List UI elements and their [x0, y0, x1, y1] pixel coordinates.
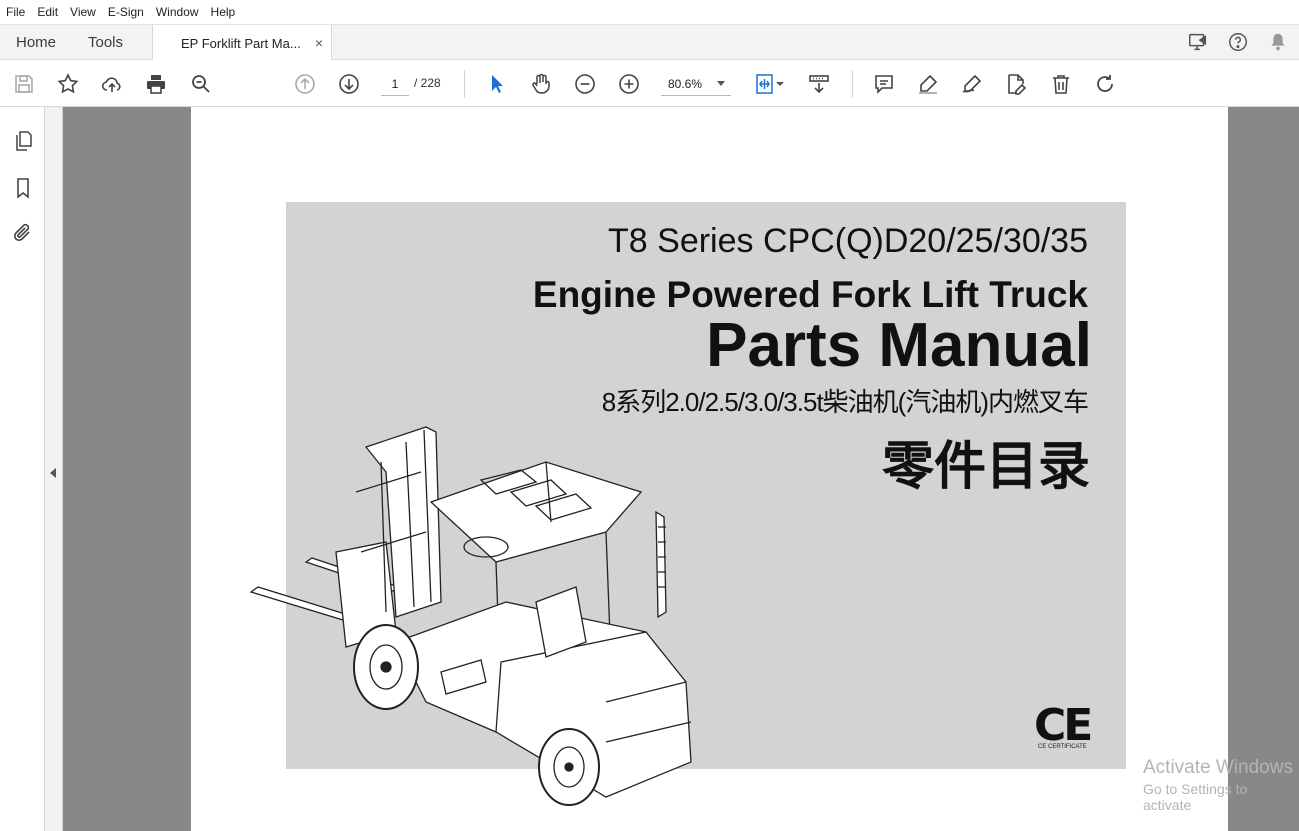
highlight-pen-icon[interactable]: [915, 71, 941, 97]
menu-edit[interactable]: Edit: [37, 5, 58, 19]
watermark-title: Activate Windows: [1143, 757, 1293, 778]
menu-bar: File Edit View E-Sign Window Help: [0, 0, 1299, 24]
page-total: / 228: [414, 76, 441, 90]
toolbar-divider: [852, 70, 853, 98]
print-icon[interactable]: [143, 71, 169, 97]
tab-document[interactable]: EP Forklift Part Ma... ×: [152, 25, 332, 61]
ce-certificate-label: CE CERTIFICATE: [1038, 744, 1087, 750]
menu-help[interactable]: Help: [211, 5, 236, 19]
collapse-panel-toggle[interactable]: [45, 107, 63, 831]
zoom-search-icon[interactable]: [188, 71, 214, 97]
zoom-level-dropdown[interactable]: 80.6%: [661, 72, 731, 96]
zoom-out-icon[interactable]: [572, 71, 598, 97]
left-navigation-panel: [0, 107, 45, 831]
zoom-in-icon[interactable]: [616, 71, 642, 97]
tab-home[interactable]: Home: [16, 25, 56, 60]
watermark-subtitle: Go to Settings to activate: [1143, 781, 1248, 813]
activate-windows-watermark: Activate Windows Go to Settings to activ…: [1143, 757, 1299, 813]
scroll-mode-icon[interactable]: [806, 71, 832, 97]
chevron-down-icon: [717, 81, 725, 86]
hand-tool-icon[interactable]: [528, 71, 554, 97]
document-view[interactable]: T8 Series CPC(Q)D20/25/30/35 Engine Powe…: [45, 107, 1299, 831]
pdf-page: T8 Series CPC(Q)D20/25/30/35 Engine Powe…: [191, 107, 1228, 831]
edit-document-icon[interactable]: [1003, 71, 1029, 97]
cover-parts-manual-title: Parts Manual: [706, 311, 1092, 380]
close-tab-icon[interactable]: ×: [315, 35, 323, 51]
menu-view[interactable]: View: [70, 5, 96, 19]
menu-window[interactable]: Window: [156, 5, 199, 19]
next-page-icon[interactable]: [336, 71, 362, 97]
fit-page-icon[interactable]: [752, 71, 788, 97]
menu-file[interactable]: File: [6, 5, 25, 19]
main-toolbar: 1 / 228 80.6%: [0, 60, 1299, 107]
save-icon[interactable]: [11, 71, 37, 97]
zoom-level-value: 80.6%: [668, 76, 703, 91]
tab-tools[interactable]: Tools: [88, 25, 123, 60]
comment-icon[interactable]: [871, 71, 897, 97]
tab-document-label: EP Forklift Part Ma...: [181, 35, 301, 51]
cover-series-title: T8 Series CPC(Q)D20/25/30/35: [608, 222, 1088, 260]
cover-chinese-title: 零件目录: [881, 438, 1090, 496]
delete-trash-icon[interactable]: [1048, 71, 1074, 97]
page-thumbnails-icon[interactable]: [11, 129, 35, 153]
select-cursor-icon[interactable]: [484, 71, 510, 97]
help-icon[interactable]: [1227, 31, 1249, 58]
attachments-paperclip-icon[interactable]: [11, 221, 35, 245]
upload-cloud-icon[interactable]: [99, 71, 125, 97]
share-screen-icon[interactable]: [1187, 31, 1209, 58]
toolbar-divider: [464, 70, 465, 98]
bookmark-star-icon[interactable]: [55, 71, 81, 97]
menu-esign[interactable]: E-Sign: [108, 5, 144, 19]
tab-bar: Home Tools EP Forklift Part Ma... ×: [0, 24, 1299, 61]
chevron-left-icon: [50, 468, 56, 478]
rotate-icon[interactable]: [1092, 71, 1118, 97]
notification-bell-icon[interactable]: [1267, 31, 1289, 58]
bookmarks-icon[interactable]: [11, 176, 35, 200]
page-number-input[interactable]: 1: [381, 72, 409, 96]
previous-page-icon[interactable]: [292, 71, 318, 97]
forklift-illustration: [249, 426, 692, 806]
draw-sign-icon[interactable]: [959, 71, 985, 97]
